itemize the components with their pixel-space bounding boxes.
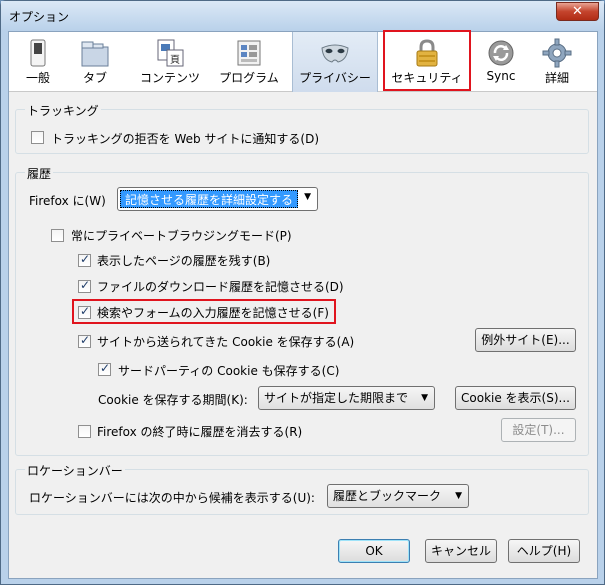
sync-icon	[486, 38, 516, 68]
ok-button[interactable]: OK	[338, 539, 410, 563]
tab-label: コンテンツ	[139, 71, 200, 85]
private-mode-checkbox[interactable]	[51, 229, 64, 242]
keep-until-value: サイトが指定した期限まで	[264, 391, 409, 405]
gear-icon	[542, 38, 572, 68]
applications-icon	[234, 38, 264, 68]
tab-applications[interactable]: プログラム	[211, 32, 287, 92]
tab-tabs[interactable]: タブ	[71, 32, 119, 92]
tab-label: タブ	[82, 71, 107, 85]
help-button[interactable]: ヘルプ(H)	[508, 539, 580, 563]
svg-text:頁: 頁	[170, 54, 180, 66]
download-history-checkbox[interactable]	[78, 278, 91, 293]
switch-icon	[23, 38, 53, 68]
browsing-history-label: 表示したページの履歴を残す(B)	[97, 254, 271, 268]
suggest-select[interactable]: 履歴とブックマーク ▼	[327, 484, 469, 508]
tab-advanced[interactable]: 詳細	[533, 32, 581, 92]
keep-until-label: Cookie を保存する期間(K):	[98, 393, 248, 407]
content-page-icon: 頁	[155, 38, 185, 68]
dnt-checkbox[interactable]	[31, 131, 44, 144]
exceptions-button[interactable]: 例外サイト(E)...	[475, 328, 576, 352]
history-legend: 履歴	[25, 165, 54, 182]
tab-label: 詳細	[544, 71, 569, 85]
suggest-label: ロケーションバーには次の中から候補を表示する(U):	[29, 491, 315, 505]
tabs-folder-icon	[80, 38, 110, 68]
tab-label: Sync	[486, 69, 516, 83]
third-party-cookies-checkbox[interactable]	[98, 361, 111, 376]
options-window: オプション ✕ 一般 タブ 頁 コンテンツ プログラム プライバシー セキュリテ…	[0, 0, 605, 585]
close-button[interactable]: ✕	[556, 2, 599, 21]
show-cookies-button[interactable]: Cookie を表示(S)...	[455, 386, 576, 410]
private-mode-label: 常にプライベートブラウジングモード(P)	[71, 229, 292, 243]
dialog-client: 一般 タブ 頁 コンテンツ プログラム プライバシー セキュリティ Sync 詳…	[8, 30, 598, 579]
location-bar-legend: ロケーションバー	[25, 462, 125, 479]
tab-privacy[interactable]: プライバシー	[292, 32, 378, 92]
cancel-button[interactable]: キャンセル	[425, 539, 497, 563]
history-mode-select[interactable]: 記憶させる履歴を詳細設定する ▼	[117, 187, 318, 211]
tab-content[interactable]: 頁 コンテンツ	[133, 32, 207, 92]
tab-general[interactable]: 一般	[15, 32, 61, 92]
form-history-checkbox[interactable]	[78, 304, 91, 319]
tab-label: プライバシー	[299, 71, 371, 85]
clear-settings-button[interactable]: 設定(T)...	[501, 418, 576, 442]
tab-label: プログラム	[219, 71, 279, 85]
chevron-down-icon: ▼	[421, 393, 428, 403]
tab-sync[interactable]: Sync	[479, 32, 523, 92]
form-history-label: 検索やフォームの入力履歴を記憶させる(F)	[97, 306, 329, 320]
category-toolbar: 一般 タブ 頁 コンテンツ プログラム プライバシー セキュリティ Sync 詳…	[9, 30, 597, 92]
dnt-label: トラッキングの拒否を Web サイトに通知する(D)	[51, 132, 320, 146]
keep-until-select[interactable]: サイトが指定した期限まで ▼	[258, 386, 435, 410]
chevron-down-icon: ▼	[455, 491, 462, 501]
tracking-legend: トラッキング	[25, 102, 101, 119]
clear-on-close-label: Firefox の終了時に履歴を消去する(R)	[97, 425, 303, 439]
accept-cookies-label: サイトから送られてきた Cookie を保存する(A)	[97, 335, 355, 349]
suggest-value: 履歴とブックマーク	[333, 489, 442, 503]
privacy-mask-icon	[320, 38, 350, 68]
third-party-cookies-label: サードパーティの Cookie も保存する(C)	[118, 364, 340, 378]
window-title: オプション	[9, 10, 70, 24]
download-history-label: ファイルのダウンロード履歴を記憶させる(D)	[97, 280, 344, 294]
accept-cookies-checkbox[interactable]	[78, 333, 91, 348]
title-bar[interactable]: オプション ✕	[1, 1, 604, 31]
tab-label: 一般	[25, 71, 50, 85]
browsing-history-checkbox[interactable]	[78, 252, 91, 267]
clear-on-close-checkbox[interactable]	[78, 425, 91, 438]
history-mode-value: 記憶させる履歴を詳細設定する	[120, 190, 299, 208]
firefox-will-label: Firefox に(W)	[29, 194, 106, 208]
chevron-down-icon: ▼	[304, 192, 311, 202]
security-highlight-box	[383, 30, 471, 91]
